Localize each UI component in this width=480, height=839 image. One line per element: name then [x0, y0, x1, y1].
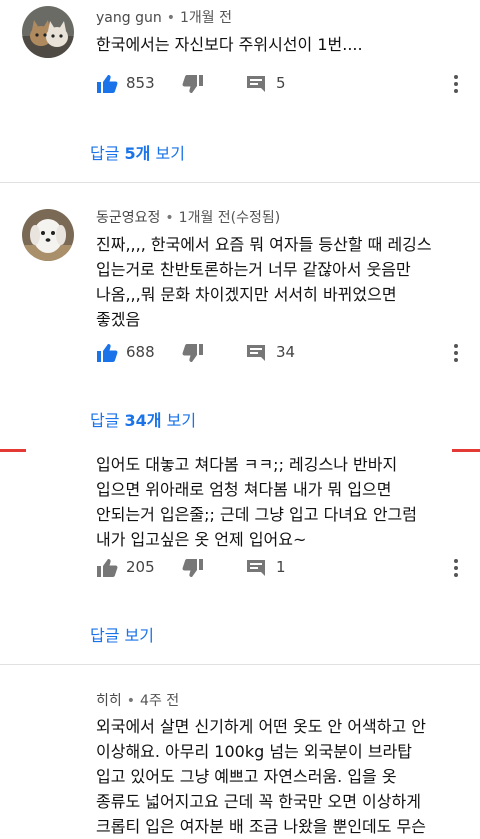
comment-author[interactable]: yang gun	[96, 10, 162, 26]
dislike-button[interactable]	[182, 70, 204, 98]
reply-count: 1	[276, 558, 286, 576]
comment-author[interactable]: 동군영요정	[96, 210, 160, 226]
comment-text: 외국에서 살면 신기하게 어떤 옷도 안 어색하고 안 이상해요. 아무리 10…	[96, 717, 427, 836]
meta-separator: •	[126, 693, 136, 709]
dislike-button[interactable]	[182, 339, 204, 367]
like-count: 853	[126, 74, 155, 92]
meta-separator: •	[165, 210, 174, 226]
reply-link-suffix: 보기	[161, 411, 197, 430]
cat-avatar-image	[22, 6, 74, 58]
dislike-button[interactable]	[182, 554, 204, 582]
reply-link-prefix: 답글	[90, 411, 125, 430]
thumbs-down-icon	[182, 559, 203, 577]
more-options-icon[interactable]	[446, 554, 466, 582]
reply-button[interactable]	[246, 70, 266, 98]
reply-link-count: 34개	[124, 411, 162, 430]
comment-card: 동군영요정 • 1개월 전(수정됨) 진짜,,,, 한국에서 요즘 뭐 여자들 등산…	[0, 183, 480, 449]
comment-text: 진짜,,,, 한국에서 요즘 뭐 여자들 등산할 때 레깅스 입는거로 찬반토론…	[96, 235, 432, 329]
comment-time: 1개월 전	[179, 10, 232, 26]
comment-meta: yang gun • 1개월 전	[96, 7, 232, 27]
thumbs-up-icon	[97, 75, 118, 93]
comment-actions: 688 34	[96, 339, 466, 367]
comment-time: 4주 전	[140, 693, 180, 709]
view-replies-link[interactable]: 답글 34개 보기	[90, 407, 196, 431]
reply-link-count: 5개	[124, 144, 151, 163]
comment-icon	[247, 76, 265, 92]
comment-meta: 동군영요정 • 1개월 전(수정됨)	[96, 207, 280, 227]
comment-meta: 히히 • 4주 전	[96, 690, 179, 710]
view-replies-link[interactable]: 답글 5개 보기	[90, 140, 185, 164]
reply-link-prefix: 답글	[90, 144, 125, 163]
comment-actions: 853 5	[96, 70, 466, 98]
like-button[interactable]	[96, 70, 118, 98]
avatar[interactable]	[22, 6, 74, 58]
comment-card: yang gun • 1개월 전 한국에서는 자신보다 주위시선이 1번.... 8…	[0, 0, 480, 182]
reply-count: 5	[276, 74, 286, 92]
more-options-icon[interactable]	[446, 339, 466, 367]
thumbs-down-icon	[182, 344, 203, 362]
comment-card: 히히 • 4주 전 외국에서 살면 신기하게 어떤 옷도 안 어색하고 안 이상해요…	[0, 665, 480, 836]
reply-button[interactable]	[246, 554, 266, 582]
thumbs-up-icon	[97, 344, 118, 362]
reply-link-suffix: 보기	[150, 144, 185, 163]
avatar[interactable]	[22, 209, 74, 261]
meta-separator: •	[166, 10, 175, 26]
comment-time: 1개월 전(수정됨)	[178, 210, 281, 226]
view-replies-link[interactable]: 답글 보기	[90, 622, 154, 646]
comment-icon	[247, 345, 265, 361]
more-options-icon[interactable]	[446, 70, 466, 98]
thumbs-down-icon	[182, 75, 203, 93]
dog-avatar-image	[22, 209, 74, 261]
comment-author[interactable]: 히히	[96, 693, 122, 709]
comment-actions: 205 1	[96, 554, 466, 582]
like-count: 688	[126, 343, 155, 361]
thumbs-up-icon	[97, 559, 118, 577]
reply-count: 34	[276, 343, 296, 361]
like-button[interactable]	[96, 339, 118, 367]
like-count: 205	[126, 558, 155, 576]
comment-text: 한국에서는 자신보다 주위시선이 1번....	[96, 35, 363, 54]
comment-icon	[247, 560, 265, 576]
like-button[interactable]	[96, 554, 118, 582]
reply-button[interactable]	[246, 339, 266, 367]
comment-text: 입어도 대놓고 쳐다봄 ㅋㅋ;; 레깅스나 반바지 입으면 위아래로 엄청 쳐다…	[96, 455, 417, 549]
comment-card: 입어도 대놓고 쳐다봄 ㅋㅋ;; 레깅스나 반바지 입으면 위아래로 엄청 쳐다…	[0, 452, 480, 662]
